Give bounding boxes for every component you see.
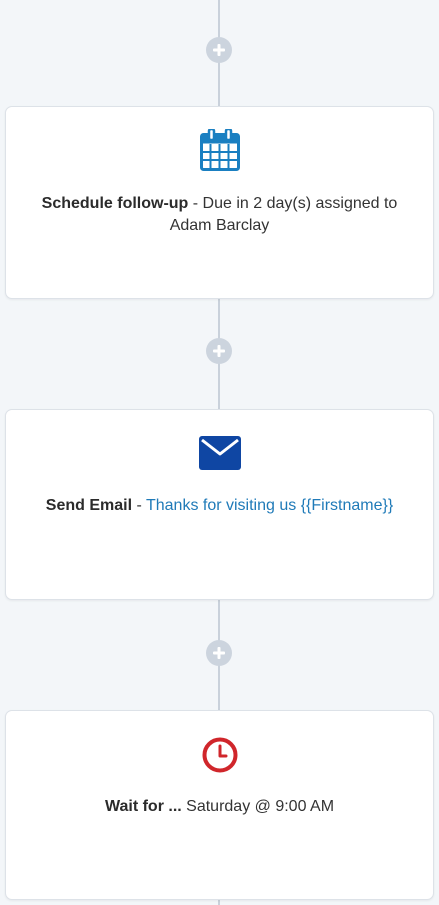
step-description: Schedule follow-up - Due in 2 day(s) ass… — [26, 193, 413, 237]
calendar-icon — [199, 129, 240, 171]
step-separator: - — [188, 195, 203, 212]
workflow-canvas: Schedule follow-up - Due in 2 day(s) ass… — [0, 0, 439, 905]
plus-icon — [213, 647, 225, 659]
add-step-button[interactable] — [206, 640, 232, 666]
email-subject-link[interactable]: Thanks for visiting us {{Firstname}} — [146, 497, 393, 514]
step-card-wait-for[interactable]: Wait for ... Saturday @ 9:00 AM — [5, 710, 434, 900]
step-detail: Saturday @ 9:00 AM — [186, 798, 335, 815]
step-title: Schedule follow-up — [41, 195, 189, 212]
plus-icon — [213, 44, 225, 56]
step-description: Send Email - Thanks for visiting us {{Fi… — [26, 495, 413, 517]
step-title: Send Email — [45, 497, 133, 514]
step-separator: - — [132, 497, 146, 514]
clock-icon — [202, 737, 238, 773]
step-description: Wait for ... Saturday @ 9:00 AM — [26, 796, 413, 818]
connector-line — [218, 900, 220, 905]
step-card-send-email[interactable]: Send Email - Thanks for visiting us {{Fi… — [5, 409, 434, 600]
add-step-button[interactable] — [206, 37, 232, 63]
plus-icon — [213, 345, 225, 357]
step-detail: Due in 2 day(s) assigned to Adam Barclay — [169, 195, 398, 234]
step-card-schedule-follow-up[interactable]: Schedule follow-up - Due in 2 day(s) ass… — [5, 106, 434, 299]
add-step-button[interactable] — [206, 338, 232, 364]
step-title: Wait for ... — [104, 798, 182, 815]
envelope-icon — [198, 436, 241, 470]
